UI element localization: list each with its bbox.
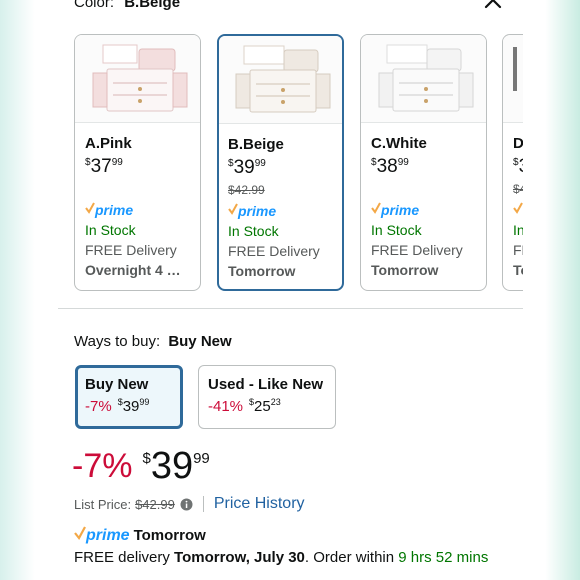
list-price-row: List Price: $42.99 Price History: [74, 495, 305, 513]
stock-status: In: [513, 222, 523, 238]
delivery-date: Tomorrow, July 30: [174, 549, 305, 566]
price-history-link[interactable]: Price History: [214, 495, 305, 513]
delivery-message: FREE delivery Tomorrow, July 30. Order w…: [74, 549, 489, 566]
delivery-text: FREE Delivery: [371, 242, 463, 258]
ways-value: Buy New: [168, 333, 232, 350]
swatch-card-white[interactable]: C.White $3899 prime In Stock FREE Delive…: [360, 34, 487, 291]
list-price-value: $42.99: [135, 496, 175, 512]
color-swatch-list: A.Pink $3799 prime In Stock FREE Deliver…: [74, 34, 523, 292]
delivery-text: FREE Delivery: [228, 243, 320, 259]
stock-status: In Stock: [228, 223, 279, 239]
order-within-time: 9 hrs 52 mins: [398, 549, 489, 566]
prime-check-icon: [85, 201, 95, 219]
product-image: [361, 35, 486, 123]
ways-label: Ways to buy:: [74, 333, 161, 350]
swatch-price: $3799: [85, 156, 123, 177]
prime-check-icon: [74, 526, 86, 545]
swatch-list-price: [371, 182, 486, 196]
prime-badge: prime: [371, 202, 486, 218]
swatch-card-beige[interactable]: B.Beige $3999 $42.99 prime In Stock FREE…: [217, 34, 344, 291]
prime-delivery-badge: prime Tomorrow: [74, 526, 206, 545]
option-title: Buy New: [85, 376, 149, 393]
delivery-text: FR: [513, 242, 523, 258]
price-whole: 39: [150, 445, 194, 487]
swatch-name: C.White: [371, 135, 427, 152]
delivery-when: To: [513, 262, 523, 278]
color-value: B.Beige: [124, 0, 181, 11]
prime-badge: [513, 202, 523, 218]
swatch-price: $3: [513, 156, 523, 177]
delivery-when: Tomorrow: [228, 263, 296, 279]
main-price: -7% $ 39 99: [72, 444, 210, 488]
product-image: [75, 35, 200, 123]
option-price: -41% $2523: [208, 397, 281, 415]
swatch-list-price: $4: [513, 182, 523, 196]
stock-status: In Stock: [371, 222, 422, 238]
info-icon[interactable]: [180, 498, 193, 511]
stock-status: In Stock: [85, 222, 136, 238]
delivery-when: Overnight 4 …: [85, 262, 181, 278]
swatch-name: B.Beige: [228, 136, 284, 153]
buy-new-option[interactable]: Buy New -7% $3999: [75, 365, 183, 429]
section-divider: [58, 308, 523, 309]
prime-when: Tomorrow: [133, 527, 206, 544]
swatch-card-d[interactable]: D $3 $4 In FR To: [502, 34, 523, 291]
swatch-card-pink[interactable]: A.Pink $3799 prime In Stock FREE Deliver…: [74, 34, 201, 291]
prime-badge: prime: [85, 202, 200, 218]
option-price: -7% $3999: [85, 397, 150, 415]
product-image: [219, 36, 342, 124]
price-cents: 99: [193, 450, 210, 467]
separator: [202, 496, 204, 512]
option-title: Used - Like New: [208, 376, 324, 393]
swatch-price: $3899: [371, 156, 409, 177]
currency-symbol: $: [142, 450, 151, 467]
prime-check-icon: [513, 201, 523, 219]
ways-to-buy: Ways to buy: Buy New: [74, 333, 232, 350]
used-like-new-option[interactable]: Used - Like New -41% $2523: [198, 365, 336, 429]
swatch-list-price: [85, 182, 200, 196]
swatch-name: A.Pink: [85, 135, 132, 152]
variation-sheet: Color: B.Beige A.Pink $3799 prime In Sto…: [58, 0, 523, 580]
swatch-list-price: $42.99: [228, 183, 265, 197]
product-image: [503, 35, 523, 123]
main-discount: -7%: [72, 447, 133, 485]
prime-badge: prime: [228, 203, 342, 219]
delivery-when: Tomorrow: [371, 262, 439, 278]
swatch-name: D: [513, 135, 523, 152]
list-price-label: List Price:: [74, 496, 132, 512]
color-selection-row: Color: B.Beige: [74, 0, 180, 11]
swatch-price: $3999: [228, 157, 266, 178]
delivery-text: FREE Delivery: [85, 242, 177, 258]
prime-check-icon: [228, 202, 238, 220]
prime-check-icon: [371, 201, 381, 219]
color-label: Color:: [74, 0, 115, 11]
close-icon[interactable]: [481, 0, 505, 12]
